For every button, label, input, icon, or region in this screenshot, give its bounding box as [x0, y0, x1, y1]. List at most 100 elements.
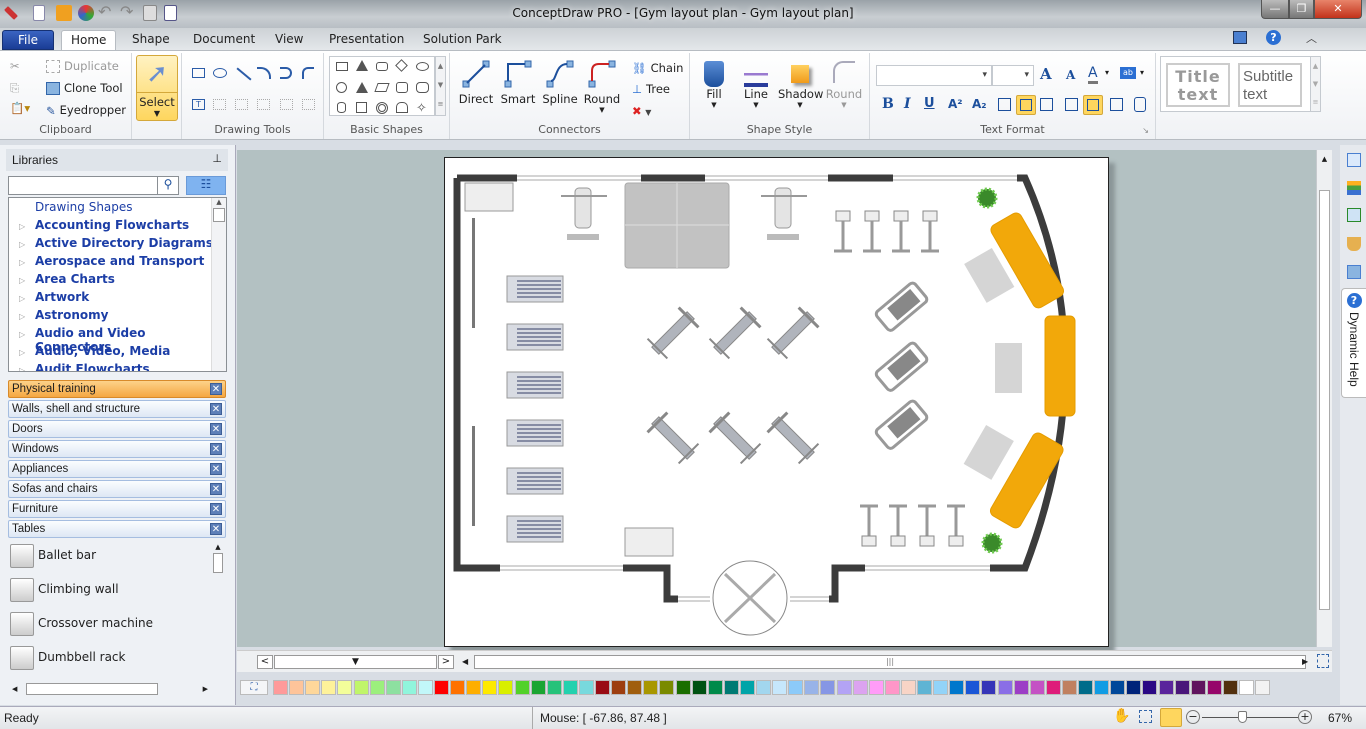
ellipse-tool-icon[interactable]: [213, 68, 227, 78]
color-swatch[interactable]: [739, 680, 755, 695]
color-swatch[interactable]: [949, 680, 965, 695]
library-windows[interactable]: Windows ✕: [8, 440, 226, 458]
close-library-icon[interactable]: ✕: [210, 503, 222, 515]
select-button[interactable]: ➚ Select ▼: [136, 55, 178, 121]
direct-connector-button[interactable]: Direct: [458, 59, 494, 106]
shrink-font-button[interactable]: A: [1066, 68, 1075, 82]
tree-item[interactable]: Active Directory Diagrams: [35, 236, 213, 250]
shadow-button[interactable]: Shadow ▼: [778, 61, 823, 109]
superscript-button[interactable]: A²: [948, 97, 963, 111]
library-physical-training[interactable]: Physical training ✕: [8, 380, 226, 398]
treadmill[interactable]: [506, 419, 564, 447]
tree-item[interactable]: Drawing Shapes: [35, 200, 133, 214]
color-swatch[interactable]: [1013, 680, 1029, 695]
trapezoid-shape-icon[interactable]: [356, 60, 368, 71]
color-swatch[interactable]: [450, 680, 466, 695]
tree-item[interactable]: Audio, Video, Media: [35, 344, 170, 358]
color-swatch[interactable]: [611, 680, 627, 695]
collapse-ribbon-icon[interactable]: ︿: [1306, 30, 1317, 46]
smart-connector-button[interactable]: Smart: [500, 59, 536, 106]
arc-tool-icon[interactable]: [257, 67, 271, 79]
color-swatch[interactable]: [900, 680, 916, 695]
adjustable-bench[interactable]: [707, 305, 762, 360]
cut-shape-icon[interactable]: [235, 99, 248, 110]
line-button[interactable]: Line ▼: [740, 61, 772, 109]
color-swatch[interactable]: [659, 680, 675, 695]
adjustable-bench[interactable]: [765, 305, 820, 360]
dynamic-help-tab[interactable]: ? Dynamic Help: [1341, 288, 1366, 398]
close-library-icon[interactable]: ✕: [210, 423, 222, 435]
spline-connector-button[interactable]: Spline: [542, 59, 578, 106]
font-family-select[interactable]: ▾: [876, 65, 992, 86]
chain-button[interactable]: ⛓ Chain: [632, 61, 683, 75]
library-appliances[interactable]: Appliances ✕: [8, 460, 226, 478]
canvas-vscrollbar[interactable]: ▲: [1316, 150, 1332, 647]
color-swatch[interactable]: [933, 680, 949, 695]
layers-icon[interactable]: [1347, 181, 1361, 195]
fit-page-icon[interactable]: [1317, 654, 1329, 668]
pan-tool-icon[interactable]: ✋: [1113, 708, 1130, 724]
zoom-slider-track[interactable]: [1202, 717, 1298, 718]
curve-tool-icon[interactable]: [280, 67, 292, 79]
color-swatch[interactable]: [530, 680, 546, 695]
highlight-button[interactable]: ab: [1120, 67, 1136, 79]
canvas-area[interactable]: ▲: [237, 150, 1332, 647]
tab-solution-park[interactable]: Solution Park: [414, 30, 511, 50]
color-swatch[interactable]: [804, 680, 820, 695]
hexagon-shape-icon[interactable]: [416, 82, 429, 93]
align-bottom-button[interactable]: [1110, 98, 1123, 111]
treadmill[interactable]: [506, 467, 564, 495]
color-swatch[interactable]: [1142, 680, 1158, 695]
page-size-icon[interactable]: [1347, 265, 1361, 279]
color-swatch[interactable]: [1174, 680, 1190, 695]
library-search-input[interactable]: [8, 176, 158, 195]
align-right-button[interactable]: [1040, 98, 1053, 111]
color-swatch[interactable]: [1110, 680, 1126, 695]
color-swatch[interactable]: [1222, 680, 1238, 695]
treadmill[interactable]: [506, 323, 564, 351]
rounded-rect-shape-icon[interactable]: [376, 62, 388, 71]
lock-icon[interactable]: [1347, 208, 1361, 222]
close-library-icon[interactable]: ✕: [210, 463, 222, 475]
exercise-bike[interactable]: [889, 504, 907, 547]
color-swatch[interactable]: [707, 680, 723, 695]
ellipse-shape-icon[interactable]: [416, 62, 429, 71]
treadmill[interactable]: [506, 275, 564, 303]
tab-document[interactable]: Document: [184, 30, 264, 50]
rectangle-tool-icon[interactable]: [192, 68, 205, 78]
font-color-button[interactable]: A: [1088, 65, 1098, 84]
exercise-bike[interactable]: [834, 210, 852, 253]
bold-button[interactable]: B: [882, 96, 894, 112]
underline-button[interactable]: U: [924, 96, 935, 111]
color-swatch[interactable]: [385, 680, 401, 695]
color-swatch[interactable]: [917, 680, 932, 695]
library-walls[interactable]: Walls, shell and structure ✕: [8, 400, 226, 418]
canvas-hscrollbar[interactable]: |||: [474, 655, 1306, 669]
color-swatch[interactable]: [643, 680, 659, 695]
color-swatch[interactable]: [981, 680, 997, 695]
exercise-bike[interactable]: [921, 210, 939, 253]
expand-arrows[interactable]: ▷ ▷ ▷ ▷ ▷ ▷ ▷ ▷ ▷: [19, 218, 25, 371]
paste-button[interactable]: 📋▾: [10, 101, 30, 115]
tree-view-toggle-icon[interactable]: ☷: [186, 176, 226, 195]
treadmill[interactable]: [506, 515, 564, 543]
text-format-launcher-icon[interactable]: ↘: [1142, 126, 1149, 135]
highlight-dropdown[interactable]: ▾: [1140, 68, 1144, 77]
tab-shape[interactable]: Shape: [123, 30, 179, 50]
adjustable-bench[interactable]: [645, 305, 700, 360]
cylinder-shape-icon[interactable]: [337, 102, 346, 113]
zoom-out-button[interactable]: −: [1186, 710, 1200, 724]
exercise-bike[interactable]: [892, 210, 910, 253]
color-swatch[interactable]: [1078, 680, 1093, 695]
align-top-button[interactable]: [1065, 98, 1078, 111]
search-icon[interactable]: ⚲: [157, 176, 179, 195]
align-left-button[interactable]: [998, 98, 1011, 111]
eyedropper-button[interactable]: ✎ Eyedropper: [46, 103, 126, 118]
color-swatch[interactable]: [965, 680, 981, 695]
close-library-icon[interactable]: ✕: [210, 403, 222, 415]
font-size-select[interactable]: ▾: [992, 65, 1034, 86]
edit-points-icon[interactable]: [257, 99, 270, 110]
color-swatch[interactable]: [1239, 680, 1254, 695]
color-swatch[interactable]: [514, 680, 530, 695]
pin-icon[interactable]: ⊥: [212, 152, 222, 165]
